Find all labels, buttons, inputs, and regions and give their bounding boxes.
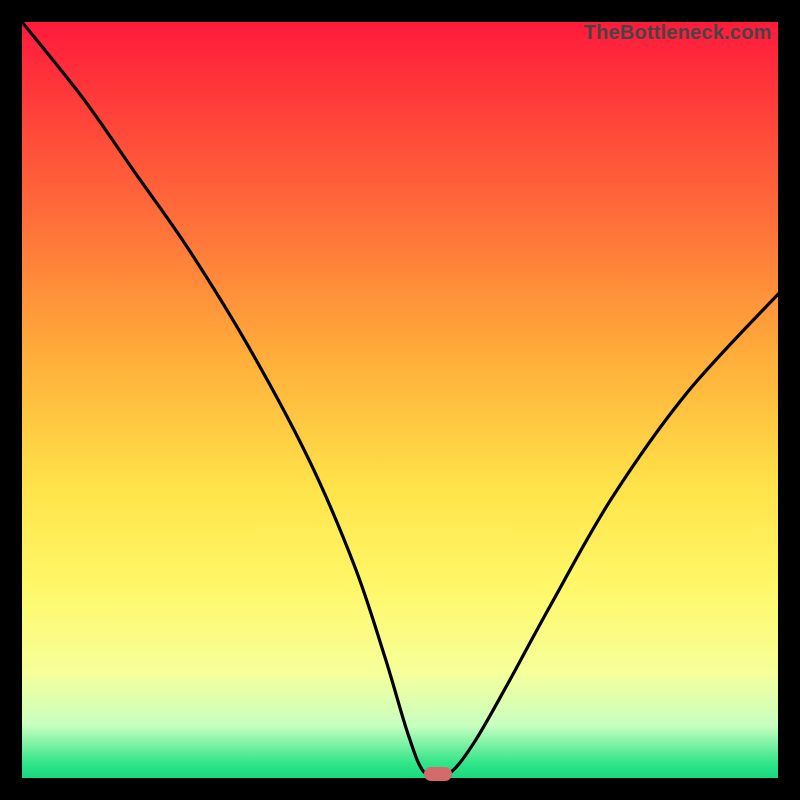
plot-area: TheBottleneck.com	[22, 22, 778, 778]
bottleneck-curve	[22, 22, 778, 778]
watermark-text: TheBottleneck.com	[584, 22, 772, 45]
bottleneck-marker	[424, 767, 452, 781]
chart-frame: TheBottleneck.com	[0, 0, 800, 800]
